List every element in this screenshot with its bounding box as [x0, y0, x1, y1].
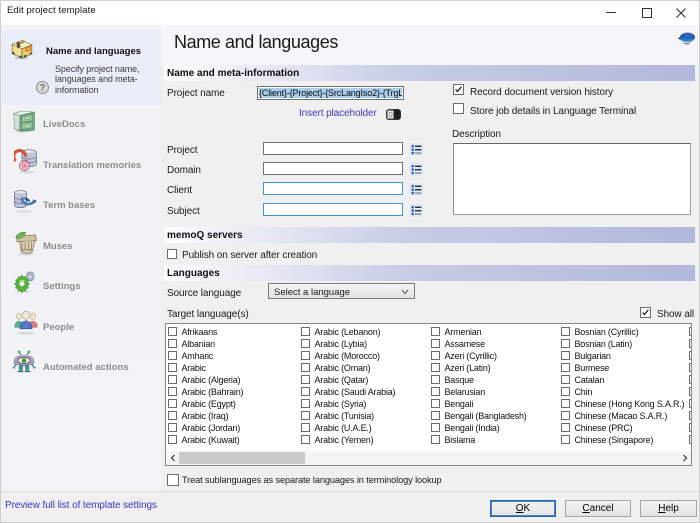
svg-text:?: ? [40, 83, 46, 93]
